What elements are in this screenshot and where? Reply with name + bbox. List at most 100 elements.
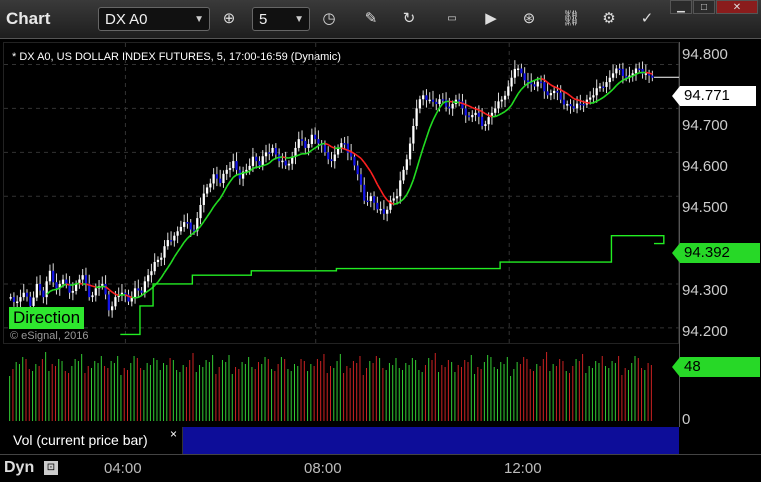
moving-average-segment (227, 182, 230, 187)
symbol-select[interactable]: DX A0 ▼ (98, 7, 210, 31)
volume-pane[interactable] (3, 347, 679, 427)
candle-body (154, 262, 156, 271)
candle-body (16, 302, 18, 304)
price-axis[interactable]: 94.800 94.700 94.600 94.500 94.300 94.20… (679, 42, 761, 427)
candle-body (651, 76, 653, 78)
candle-body (550, 93, 552, 95)
moving-average-segment (230, 177, 233, 181)
candle-body (481, 117, 483, 126)
last-price-tag: 94.771 (680, 86, 756, 106)
moving-average-segment (217, 198, 220, 202)
volume-chart (3, 347, 679, 427)
minimize-icon[interactable]: ▁ (670, 0, 692, 14)
candle-body (448, 107, 450, 109)
candle-body (429, 100, 431, 102)
moving-average-segment (616, 82, 619, 85)
time-axis[interactable]: Dyn ⊡ 04:00 08:00 12:00 (0, 454, 761, 482)
candle-body (226, 170, 228, 174)
candle-body (75, 284, 77, 291)
moving-average-segment (168, 263, 171, 268)
symbol-value: DX A0 (105, 11, 148, 28)
candle-body (268, 152, 270, 154)
copyright-text: © eSignal, 2016 (10, 330, 88, 342)
candle-body (471, 115, 473, 117)
candle-body (602, 86, 604, 88)
candle-body (379, 209, 381, 211)
candle-body (235, 161, 237, 170)
candle-body (183, 222, 185, 227)
dynamic-mode-label[interactable]: Dyn (4, 459, 34, 477)
candle-body (173, 236, 175, 241)
moving-average-segment (361, 158, 364, 162)
candle-body (104, 284, 106, 295)
candle-body (425, 95, 427, 100)
crosshair-icon[interactable]: ⊕ (218, 9, 240, 29)
candle-body (517, 69, 519, 71)
candle-body (340, 143, 342, 148)
candle-body (566, 104, 568, 106)
candle-body (55, 282, 57, 288)
candle-body (52, 271, 54, 282)
refresh-icon[interactable]: ↻ (398, 9, 420, 29)
candle-body (576, 104, 578, 109)
moving-average-segment (584, 102, 587, 103)
moving-average-segment (92, 286, 95, 287)
moving-average-segment (178, 247, 181, 252)
candle-body (553, 91, 555, 93)
candle-body (262, 156, 264, 165)
ticker-icon[interactable]: ▭ (441, 9, 463, 29)
pin-icon[interactable]: ✓ (636, 9, 658, 29)
candle-body (334, 155, 336, 162)
candle-body (592, 95, 594, 97)
interval-select[interactable]: 5 ▼ (252, 7, 310, 31)
volume-study-label[interactable]: Vol (current price bar) (3, 427, 183, 454)
moving-average-segment (381, 190, 384, 196)
candle-body (406, 159, 408, 170)
moving-average-segment (567, 94, 570, 96)
lock-icon[interactable]: ⊡ (44, 461, 58, 475)
maximize-icon[interactable]: □ (693, 0, 715, 14)
candle-body (258, 161, 260, 165)
close-study-icon[interactable]: × (170, 427, 177, 441)
candle-body (638, 69, 640, 71)
clock-icon[interactable]: ◷ (318, 9, 340, 29)
moving-average-segment (410, 180, 413, 188)
moving-average-segment (502, 112, 505, 114)
settings-icon[interactable]: ⚙ (598, 9, 620, 29)
candle-body (42, 291, 44, 298)
alert-icon[interactable]: ⊛ (518, 9, 540, 29)
candle-body (393, 198, 395, 200)
link-icon[interactable]: ⛓ (560, 9, 582, 29)
moving-average-segment (184, 238, 187, 242)
candle-body (399, 180, 401, 196)
candle-body (376, 203, 378, 210)
candle-body (569, 104, 571, 106)
candle-body (442, 99, 444, 101)
moving-average-segment (269, 160, 272, 163)
pencil-icon[interactable]: ✎ (360, 9, 382, 29)
moving-average-segment (165, 268, 168, 273)
candle-body (36, 284, 38, 298)
play-icon[interactable]: ▶ (480, 9, 502, 29)
close-icon[interactable]: ✕ (716, 0, 758, 14)
candle-body (402, 170, 404, 181)
moving-average-segment (430, 120, 433, 128)
moving-average-segment (341, 148, 344, 149)
moving-average-segment (214, 202, 217, 206)
price-label: 94.300 (682, 282, 728, 299)
moving-average-segment (423, 138, 426, 148)
candle-body (438, 99, 440, 104)
moving-average-segment (204, 217, 207, 222)
moving-average-segment (613, 86, 616, 90)
moving-average-segment (417, 158, 420, 169)
candle-body (232, 161, 234, 168)
moving-average-segment (407, 188, 410, 195)
price-label: 94.800 (682, 46, 728, 63)
moving-average-segment (158, 278, 161, 282)
price-chart-pane[interactable]: * DX A0, US DOLLAR INDEX FUTURES, 5, 17:… (3, 42, 679, 344)
moving-average-segment (299, 154, 302, 155)
candle-body (13, 297, 15, 302)
candle-body (176, 231, 178, 235)
moving-average-segment (237, 174, 240, 175)
moving-average-segment (571, 96, 574, 99)
